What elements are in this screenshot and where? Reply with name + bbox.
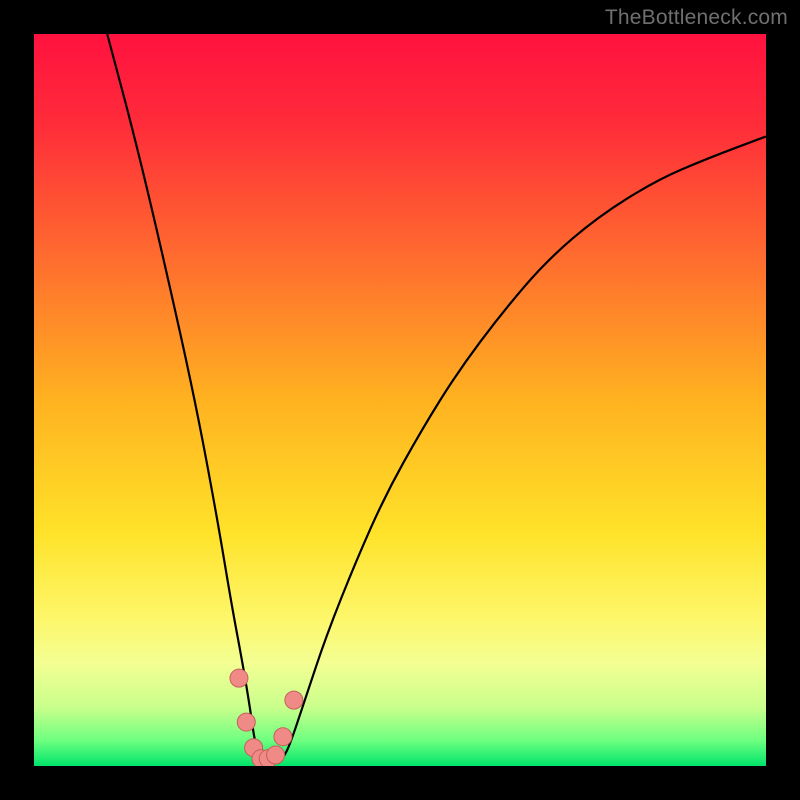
gradient-background [34,34,766,766]
marker-point [230,669,248,687]
chart-frame [34,34,766,766]
marker-point [267,746,285,764]
marker-point [274,728,292,746]
watermark-text: TheBottleneck.com [605,6,788,30]
marker-point [285,691,303,709]
bottleneck-chart [34,34,766,766]
marker-point [237,713,255,731]
